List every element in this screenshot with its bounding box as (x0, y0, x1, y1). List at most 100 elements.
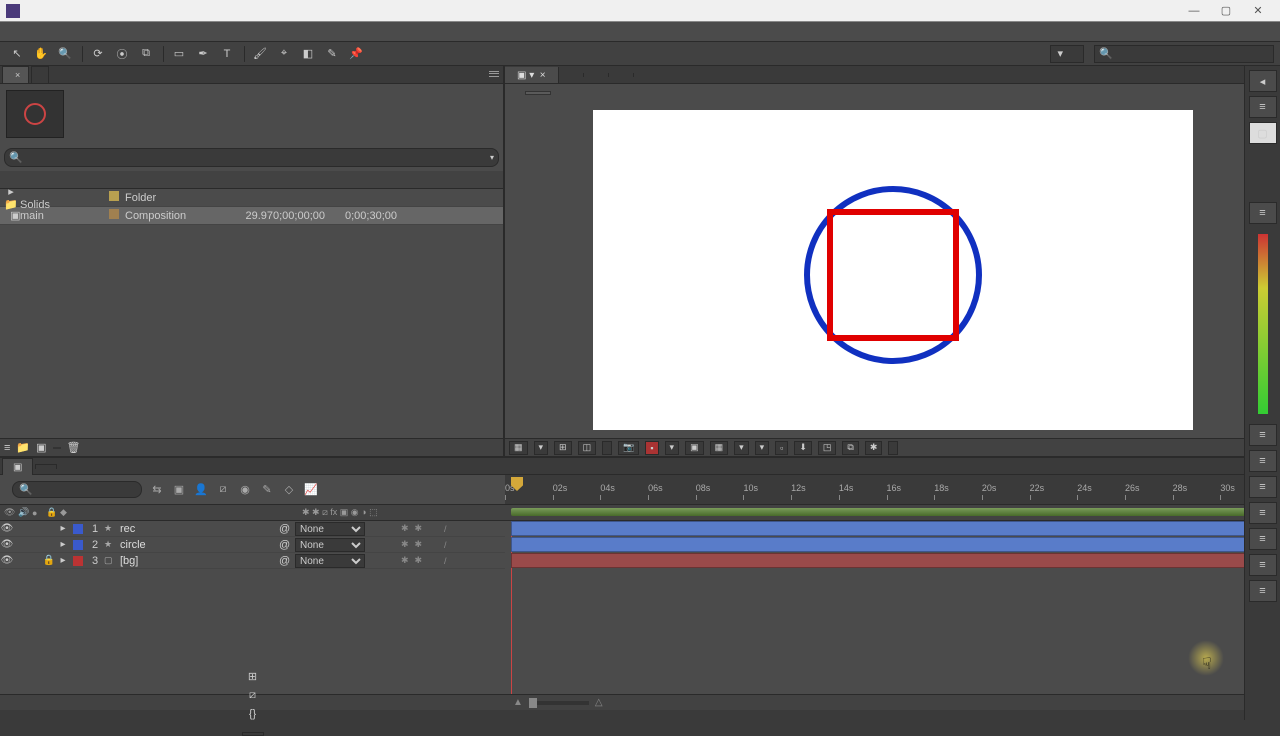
comp-mini-flowchart-icon[interactable]: ⇆ (148, 481, 166, 499)
eraser-tool-icon[interactable]: ◧ (297, 44, 319, 64)
dock-paragraph[interactable]: ≡ (1249, 476, 1277, 498)
new-comp-icon[interactable]: ▣ (36, 441, 46, 454)
draft-3d-icon[interactable]: ▣ (170, 481, 188, 499)
layer-duration-bar[interactable] (511, 553, 1268, 568)
project-search-input[interactable] (23, 152, 490, 164)
comp-canvas[interactable] (593, 110, 1193, 430)
zoom-slider[interactable] (529, 701, 589, 705)
graph-editor-icon[interactable]: 📈 (302, 481, 320, 499)
transparency-icon[interactable]: ▦ (710, 441, 729, 455)
tab-layer[interactable] (559, 73, 584, 77)
dock-wiggler[interactable]: ≡ (1249, 580, 1277, 602)
camera-tool-icon[interactable]: ⦿ (111, 44, 133, 64)
search-help-input[interactable] (1113, 48, 1269, 60)
visibility-toggle[interactable]: 👁 (0, 555, 14, 566)
layer-duration-bar[interactable] (511, 537, 1268, 552)
layer-name[interactable]: [bg] (116, 555, 279, 567)
tab-footage[interactable] (584, 73, 609, 77)
dock-character[interactable]: ≡ (1249, 450, 1277, 472)
zoom-select[interactable]: ▾ (534, 441, 549, 455)
time-ruler[interactable]: 0s02s04s06s08s10s12s14s16s18s20s22s24s26… (505, 475, 1280, 504)
toggle-switches-button[interactable] (242, 732, 264, 736)
tab-project[interactable]: × (2, 66, 29, 83)
video-col-icon[interactable]: 👁 (0, 507, 14, 518)
brush-tool-icon[interactable]: 🖌 (249, 44, 271, 64)
timeline-search[interactable]: 🔍 (12, 481, 142, 498)
timeline-tab-main[interactable]: ▣ (2, 458, 33, 475)
auto-keyframe-icon[interactable]: ◇ (280, 481, 298, 499)
exposure-value[interactable] (888, 441, 898, 455)
dock-audio[interactable]: ≡ (1249, 202, 1277, 224)
project-item-solids[interactable]: ▸ 📁 SolidsFolder (0, 189, 503, 207)
parent-select[interactable]: None (295, 554, 365, 568)
roto-tool-icon[interactable]: ✎ (321, 44, 343, 64)
motion-blur-icon[interactable]: ◉ (236, 481, 254, 499)
clone-tool-icon[interactable]: ⌖ (273, 44, 295, 64)
motion-blur-toggle-icon[interactable]: {} (249, 708, 256, 720)
rectangle-tool-icon[interactable]: ▭ (168, 44, 190, 64)
zoom-tool-icon[interactable]: 🔍 (54, 44, 76, 64)
type-tool-icon[interactable]: T (216, 44, 238, 64)
dock-preview[interactable]: ◂ (1249, 70, 1277, 92)
solo-col-icon[interactable]: ● (28, 508, 42, 518)
layer-row-bg[interactable]: 👁🔒▸3▢[bg]@None✱✱/ (0, 553, 505, 569)
shy-icon[interactable]: 👤 (192, 481, 210, 499)
grid-icon[interactable]: ⊞ (554, 441, 572, 455)
bit-depth-button[interactable] (53, 447, 61, 449)
puppet-tool-icon[interactable]: 📌 (345, 44, 367, 64)
selection-tool-icon[interactable]: ↖ (6, 44, 28, 64)
interpret-footage-icon[interactable]: ≡ (4, 442, 10, 454)
twirl-icon[interactable]: ▸ (56, 539, 70, 550)
composition-viewer[interactable] (505, 102, 1280, 438)
timeline-track-area[interactable] (505, 521, 1280, 694)
frame-blend-icon[interactable]: ⧄ (214, 481, 232, 499)
timeline-search-input[interactable] (33, 484, 135, 496)
visibility-toggle[interactable]: 👁 (0, 539, 14, 550)
layer-name[interactable]: circle (116, 539, 279, 551)
lock-col-icon[interactable]: 🔒 (42, 507, 56, 518)
parent-select[interactable]: None (295, 522, 365, 536)
layer-row-rec[interactable]: 👁▸1★rec@None✱✱/ (0, 521, 505, 537)
pixel-aspect-icon[interactable]: ▫ (775, 441, 788, 455)
lock-toggle[interactable]: 🔒 (42, 555, 56, 566)
dock-info[interactable]: ≡ (1249, 96, 1277, 118)
panel-menu-icon[interactable] (487, 68, 501, 80)
resolution-select[interactable]: ▾ (665, 441, 680, 455)
visibility-toggle[interactable]: 👁 (0, 523, 14, 534)
dropdown-icon[interactable]: ▾ (490, 153, 494, 162)
rotation-tool-icon[interactable]: ⟳ (87, 44, 109, 64)
workspace-select[interactable]: ▾ (1050, 45, 1084, 63)
mask-icon[interactable]: ◫ (578, 441, 597, 455)
label-color[interactable] (73, 524, 83, 534)
twirl-icon[interactable]: ▸ (56, 523, 70, 534)
pan-behind-tool-icon[interactable]: ⧉ (135, 44, 157, 64)
work-area-bar[interactable] (511, 508, 1268, 516)
tab-flowchart[interactable] (609, 73, 634, 77)
tab-effect-controls[interactable] (31, 66, 49, 83)
comp-subtab-main[interactable] (525, 91, 551, 95)
timeline-icon[interactable]: ◳ (818, 441, 837, 455)
tab-composition[interactable]: ▣ ▾ × (505, 67, 559, 83)
new-folder-icon[interactable]: 📁 (16, 441, 30, 454)
close-button[interactable]: ✕ (1242, 3, 1274, 19)
audio-col-icon[interactable]: 🔊 (14, 507, 28, 518)
maximize-button[interactable]: ▢ (1210, 3, 1242, 19)
pickwhip-icon[interactable]: @ (279, 523, 295, 535)
minimize-button[interactable]: — (1178, 3, 1210, 19)
twirl-icon[interactable]: ▸ (56, 555, 70, 566)
expand-icon[interactable]: ⊞ (248, 670, 257, 683)
dock-align[interactable]: ≡ (1249, 528, 1277, 550)
timecode[interactable] (602, 441, 612, 455)
frame-blend-toggle-icon[interactable]: ⧄ (249, 689, 256, 702)
layer-duration-bar[interactable] (511, 521, 1268, 536)
camera-select[interactable]: ▾ (734, 441, 749, 455)
zoom-in-icon[interactable]: △ (595, 697, 603, 708)
brainstorm-icon[interactable]: ✎ (258, 481, 276, 499)
trash-icon[interactable]: 🗑 (67, 441, 81, 454)
close-icon[interactable]: × (15, 70, 20, 80)
pickwhip-icon[interactable]: @ (279, 555, 295, 567)
label-color[interactable] (73, 540, 83, 550)
pen-tool-icon[interactable]: ✒ (192, 44, 214, 64)
hand-tool-icon[interactable]: ✋ (30, 44, 52, 64)
channel-icon[interactable]: ▪ (645, 441, 658, 455)
